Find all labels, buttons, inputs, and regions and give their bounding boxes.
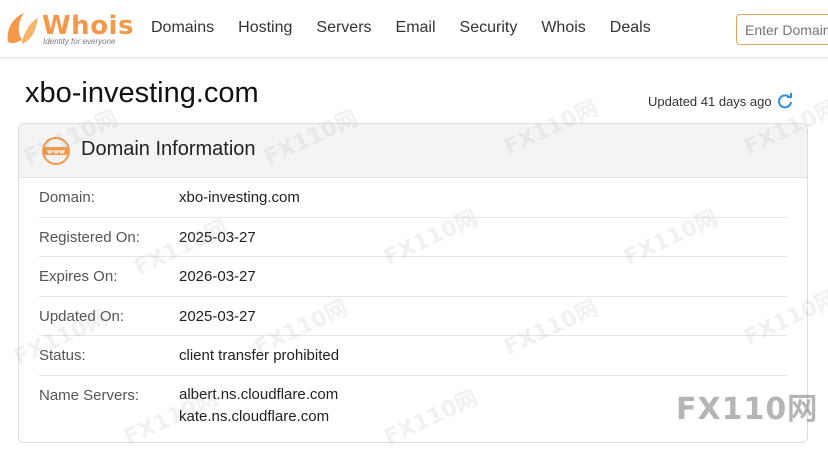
- page-title: xbo-investing.com: [25, 77, 259, 109]
- row-value: 2026-03-27: [179, 268, 256, 285]
- card-title: Domain Information: [81, 138, 256, 160]
- card-header: www Domain Information: [19, 124, 807, 178]
- name-server-item: kate.ns.cloudflare.com: [179, 407, 330, 425]
- refresh-icon[interactable]: [777, 93, 793, 109]
- nav-security[interactable]: Security: [460, 19, 518, 37]
- row-label: Domain:: [39, 189, 95, 206]
- name-server-item: albert.ns.cloudflare.com: [179, 385, 339, 403]
- row-label: Updated On:: [39, 307, 125, 325]
- whois-logo[interactable]: Whois Identity for everyone: [4, 10, 133, 50]
- info-row-registered: Registered On: 2025-03-27: [39, 218, 787, 257]
- logo-tagline: Identity for everyone: [43, 37, 116, 46]
- row-value: client transfer prohibited: [179, 347, 340, 364]
- nav-hosting[interactable]: Hosting: [238, 19, 292, 37]
- info-row-domain: Domain: xbo-investing.com: [39, 178, 787, 218]
- updated-status: Updated 41 days ago: [648, 93, 793, 109]
- domain-search-input[interactable]: [736, 14, 828, 45]
- info-row-updated: Updated On: 2025-03-27: [39, 297, 787, 336]
- row-label: Name Servers:: [39, 386, 140, 404]
- www-globe-icon: www: [42, 137, 70, 165]
- row-label: Registered On:: [39, 228, 140, 246]
- svg-text:www: www: [47, 148, 65, 156]
- info-row-expires: Expires On: 2026-03-27: [39, 257, 787, 297]
- row-value: 2025-03-27: [179, 228, 256, 246]
- info-row-status: Status: client transfer prohibited: [39, 336, 787, 376]
- main-nav: Domains Hosting Servers Email Security W…: [151, 19, 675, 37]
- info-row-name-servers: Name Servers: albert.ns.cloudflare.com k…: [39, 376, 787, 436]
- watermark-corner: FX110网: [676, 392, 819, 427]
- top-navbar: Whois Identity for everyone Domains Host…: [0, 0, 828, 58]
- nav-domains[interactable]: Domains: [151, 19, 214, 37]
- name-server-list: albert.ns.cloudflare.com kate.ns.cloudfl…: [179, 384, 338, 428]
- row-label: Status:: [39, 347, 86, 364]
- nav-email[interactable]: Email: [396, 19, 436, 37]
- row-value: xbo-investing.com: [179, 189, 300, 206]
- updated-text: Updated 41 days ago: [648, 93, 772, 109]
- whois-logo-icon: [7, 13, 38, 44]
- row-label: Expires On:: [39, 268, 118, 285]
- row-value: 2025-03-27: [179, 307, 256, 325]
- nav-servers[interactable]: Servers: [316, 19, 371, 37]
- nav-whois[interactable]: Whois: [541, 19, 585, 37]
- nav-deals[interactable]: Deals: [610, 19, 651, 37]
